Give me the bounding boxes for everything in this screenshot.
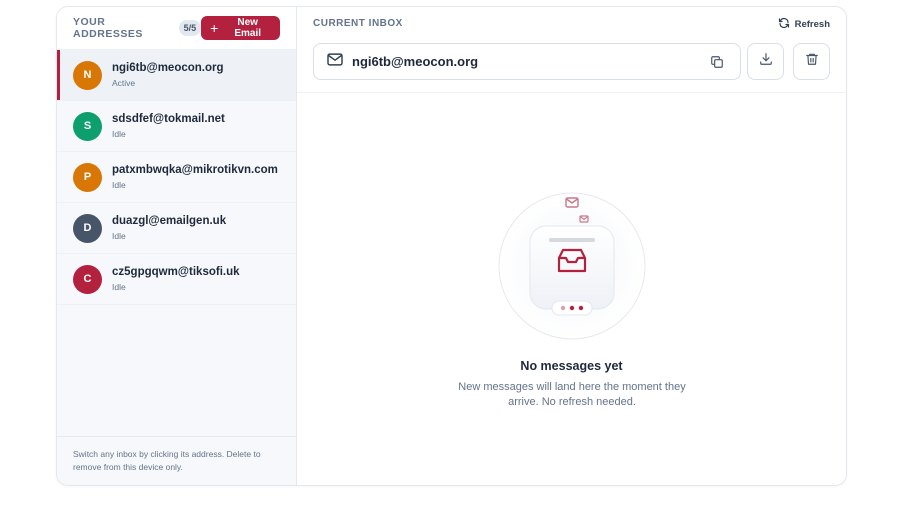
download-icon: [759, 52, 773, 71]
address-status: Idle: [112, 231, 126, 241]
address-item[interactable]: S sdsdfef@tokmail.net Idle: [57, 101, 296, 152]
address-item[interactable]: D duazgl@emailgen.uk Idle: [57, 203, 296, 254]
new-email-label: New Email: [234, 17, 262, 39]
refresh-label: Refresh: [794, 18, 830, 30]
inbox-toolbar: ngi6tb@meocon.org: [297, 43, 846, 93]
current-email-box[interactable]: ngi6tb@meocon.org: [313, 43, 741, 80]
sidebar-header: YOUR ADDRESSES 5/5 + New Email: [57, 7, 296, 50]
address-list: N ngi6tb@meocon.org Active S sdsdfef@tok…: [57, 50, 296, 305]
address-item[interactable]: P patxmbwqka@mikrotikvn.com Idle: [57, 152, 296, 203]
temp-mail-app: YOUR ADDRESSES 5/5 + New Email N ngi6tb@…: [56, 6, 847, 486]
avatar: S: [73, 111, 102, 141]
sidebar: YOUR ADDRESSES 5/5 + New Email N ngi6tb@…: [57, 7, 297, 485]
current-inbox-panel: CURRENT INBOX Refresh ngi6tb@meocon.org …: [297, 7, 846, 485]
empty-inbox-illustration: [497, 184, 647, 341]
refresh-icon: [778, 17, 790, 32]
address-item[interactable]: C cz5gpgqwm@tiksofi.uk Idle: [57, 254, 296, 305]
trash-icon: [805, 52, 819, 71]
empty-state-description: New messages will land here the moment t…: [458, 381, 686, 408]
address-count-badge: 5/5: [178, 20, 202, 36]
avatar: D: [73, 213, 102, 243]
avatar: N: [73, 60, 102, 90]
inbox-header: CURRENT INBOX Refresh: [297, 7, 846, 43]
empty-state: No messages yet New messages will land h…: [297, 93, 846, 485]
delete-button[interactable]: [793, 43, 830, 80]
address-email: ngi6tb@meocon.org: [112, 62, 224, 74]
address-status: Idle: [112, 282, 126, 292]
avatar: P: [73, 162, 102, 192]
address-status: Idle: [112, 180, 126, 190]
address-status: Active: [112, 78, 136, 88]
mail-icon: [327, 52, 343, 71]
current-email-address: ngi6tb@meocon.org: [352, 54, 479, 69]
avatar: C: [73, 264, 102, 294]
address-email: sdsdfef@tokmail.net: [112, 113, 225, 125]
plus-icon: +: [210, 20, 219, 36]
refresh-button[interactable]: Refresh: [778, 15, 830, 33]
address-status: Idle: [112, 129, 126, 139]
download-button[interactable]: [747, 43, 784, 80]
address-email: patxmbwqka@mikrotikvn.com: [112, 164, 278, 176]
address-item-active[interactable]: N ngi6tb@meocon.org Active: [57, 50, 296, 101]
current-inbox-label: CURRENT INBOX: [313, 18, 403, 29]
copy-icon[interactable]: [710, 55, 724, 74]
new-email-button[interactable]: + New Email: [201, 16, 280, 40]
address-email: duazgl@emailgen.uk: [112, 215, 227, 227]
empty-state-title: No messages yet: [520, 359, 623, 373]
sidebar-footer-hint: Switch any inbox by clicking its address…: [57, 436, 296, 485]
address-email: cz5gpgqwm@tiksofi.uk: [112, 266, 240, 278]
sidebar-title: YOUR ADDRESSES: [73, 16, 143, 40]
